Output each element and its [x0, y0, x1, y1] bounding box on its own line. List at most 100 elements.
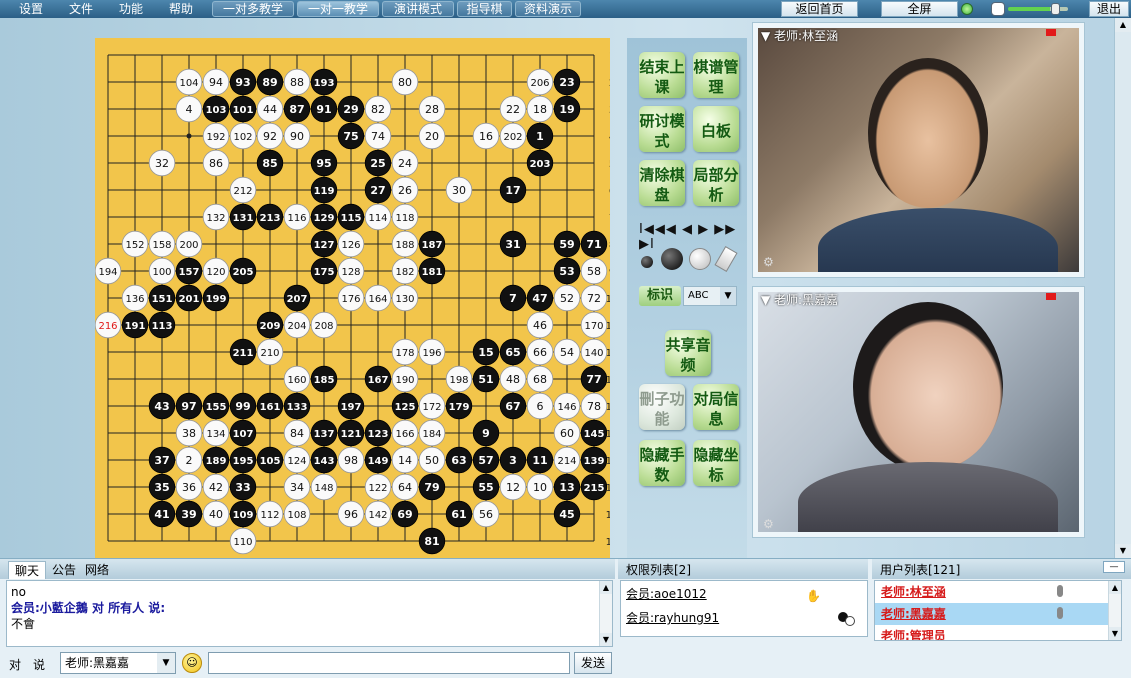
menu-settings[interactable]: 设置	[12, 0, 50, 18]
move-number: 67	[505, 400, 520, 413]
user-item[interactable]: 老师:管理员	[875, 625, 1121, 640]
user-name[interactable]: 老师:林至涵	[881, 585, 946, 599]
game-record-button[interactable]: 棋谱管理	[693, 52, 739, 98]
menu-file[interactable]: 文件	[62, 0, 100, 18]
hide-coordinates-button[interactable]: 隐藏坐标	[693, 440, 739, 486]
row-label: 3	[609, 105, 610, 116]
move-number: 59	[559, 238, 574, 251]
whiteboard-button[interactable]: 白板	[693, 106, 739, 152]
emoji-icon[interactable]: ☺	[182, 653, 202, 673]
move-number: 78	[587, 400, 601, 413]
mode-one-to-many[interactable]: 一对多教学	[212, 1, 294, 17]
tab-chat[interactable]: 聊天	[8, 561, 47, 579]
menu-function[interactable]: 功能	[112, 0, 150, 18]
move-number: 81	[424, 535, 439, 548]
move-number: 36	[182, 481, 196, 494]
permissions-list[interactable]: 会员:aoe1012 ✋ 会员:rayhung91	[620, 580, 868, 637]
volume-icon[interactable]	[991, 2, 1005, 16]
local-analysis-button[interactable]: 局部分析	[693, 160, 739, 206]
delete-stone-button[interactable]: 刪子功能	[639, 384, 685, 430]
mode-guidance-game[interactable]: 指导棋	[457, 1, 512, 17]
gear-icon[interactable]: ⚙	[763, 255, 774, 269]
chevron-down-icon[interactable]: ▼	[157, 653, 175, 673]
mode-material-demo[interactable]: 资料演示	[515, 1, 581, 17]
move-number: 29	[343, 103, 358, 116]
row-label: 1	[609, 51, 610, 62]
mode-lecture[interactable]: 演讲模式	[382, 1, 454, 17]
minimize-icon[interactable]: —	[1103, 561, 1125, 573]
stone-tool-white-icon[interactable]	[689, 248, 711, 270]
hand-raise-icon[interactable]: ✋	[806, 586, 821, 606]
go-board[interactable]: ABCDEFGHIJKLMNOPQRS123456789101112131415…	[95, 38, 610, 568]
volume-slider-handle[interactable]	[1051, 3, 1060, 15]
move-number: 172	[422, 402, 441, 413]
user-name[interactable]: 老师:管理员	[881, 629, 946, 640]
chat-to-label: 对 说	[9, 658, 46, 672]
move-number: 158	[152, 240, 171, 251]
permission-item[interactable]: 会员:rayhung91	[626, 608, 862, 632]
scroll-up-icon[interactable]: ▲	[1115, 18, 1131, 32]
send-button[interactable]: 发送	[574, 652, 612, 674]
move-number: 53	[559, 265, 574, 278]
fullscreen-button[interactable]: 全屏	[881, 1, 958, 17]
permission-item[interactable]: 会员:aoe1012 ✋	[626, 584, 862, 608]
move-number: 164	[368, 294, 387, 305]
game-info-button[interactable]: 对局信息	[693, 384, 739, 430]
move-number: 98	[344, 454, 358, 467]
mode-one-to-one[interactable]: 一对一教学	[297, 1, 379, 17]
tab-network[interactable]: 网络	[79, 561, 115, 579]
hide-move-numbers-button[interactable]: 隐藏手数	[639, 440, 685, 486]
move-number: 60	[560, 427, 574, 440]
move-number: 104	[179, 78, 198, 89]
study-mode-button[interactable]: 研讨模式	[639, 106, 685, 152]
go-board-canvas[interactable]: ABCDEFGHIJKLMNOPQRS123456789101112131415…	[95, 38, 610, 568]
move-number: 157	[179, 267, 200, 278]
video-panel-teacher-1: ▼ 老师:林至涵 ⚙	[752, 22, 1085, 278]
scroll-down-icon[interactable]: ▼	[1115, 544, 1131, 558]
chat-input[interactable]	[208, 652, 570, 674]
chevron-down-icon[interactable]: ▼	[720, 287, 736, 305]
move-number: 109	[233, 510, 254, 521]
user-name[interactable]: 老师:黑嘉嘉	[881, 607, 946, 621]
volume-slider[interactable]	[1008, 3, 1068, 15]
move-number: 193	[314, 78, 335, 89]
exit-button[interactable]: 退出	[1089, 1, 1129, 17]
move-number: 179	[449, 402, 470, 413]
scroll-up-icon[interactable]: ▲	[600, 581, 612, 594]
tab-announcement[interactable]: 公告	[46, 561, 82, 579]
chat-log[interactable]: no 会员:小藍企鵝 对 所有人 说: 不會 ▲ ▼	[6, 580, 613, 647]
move-number: 69	[397, 508, 412, 521]
chat-recipient-select[interactable]: 老师:黑嘉嘉 ▼	[60, 652, 176, 674]
gear-icon[interactable]: ⚙	[763, 517, 774, 531]
move-navigation[interactable]: I◀◀◀ ◀ ▶ ▶▶ ▶I	[639, 222, 747, 252]
chat-scrollbar[interactable]: ▲ ▼	[599, 581, 612, 646]
move-number: 61	[451, 508, 466, 521]
user-list-scrollbar[interactable]: ▲ ▼	[1108, 581, 1121, 640]
video-label-text: 老师:林至涵	[774, 29, 839, 43]
users-tabbar: 用户列表[121] —	[872, 559, 1131, 579]
stone-tool-small-black-icon[interactable]	[641, 256, 653, 268]
home-button[interactable]: 返回首页	[781, 1, 858, 17]
clear-board-button[interactable]: 清除棋盘	[639, 160, 685, 206]
move-number: 120	[206, 267, 225, 278]
move-number: 88	[290, 76, 304, 89]
mark-type-select[interactable]: ABC ▼	[683, 286, 737, 306]
scroll-down-icon[interactable]: ▼	[1109, 627, 1121, 640]
main-scrollbar[interactable]: ▲ ▼	[1114, 18, 1131, 558]
mark-button[interactable]: 标识	[639, 286, 681, 306]
permission-user[interactable]: 会员:rayhung91	[626, 611, 719, 625]
move-number: 71	[586, 238, 601, 251]
end-class-button[interactable]: 结束上课	[639, 52, 685, 98]
scroll-up-icon[interactable]: ▲	[1109, 581, 1121, 594]
share-audio-button[interactable]: 共享音频	[665, 330, 711, 376]
scroll-down-icon[interactable]: ▼	[600, 633, 612, 646]
permission-user[interactable]: 会员:aoe1012	[626, 587, 707, 601]
move-number: 132	[206, 213, 225, 224]
menu-help[interactable]: 帮助	[162, 0, 200, 18]
user-item-selected[interactable]: 老师:黑嘉嘉	[875, 603, 1121, 625]
move-number: 209	[260, 321, 281, 332]
user-list[interactable]: 老师:林至涵 老师:黑嘉嘉 老师:管理员 ▲ ▼	[874, 580, 1122, 641]
user-item[interactable]: 老师:林至涵	[875, 581, 1121, 603]
stone-tool-black-icon[interactable]	[661, 248, 683, 270]
move-number: 30	[452, 184, 466, 197]
